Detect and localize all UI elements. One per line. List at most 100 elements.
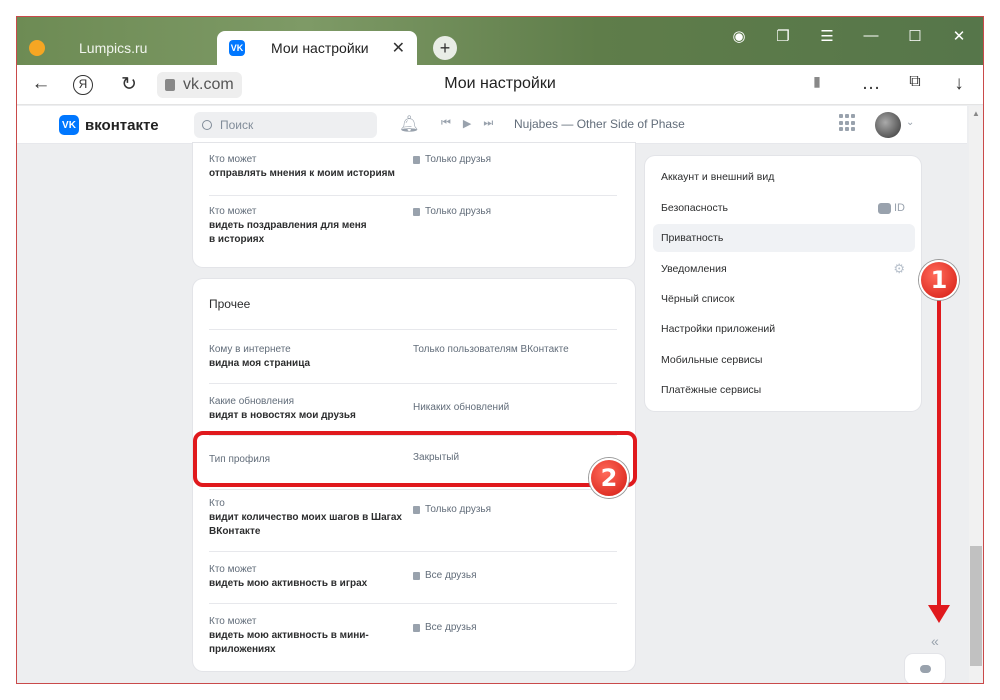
vk-logo[interactable]: VK вконтакте (59, 115, 159, 135)
row-title: видеть поздравления для меня (209, 220, 367, 231)
more-icon[interactable]: … (859, 73, 883, 95)
new-tab-button[interactable]: + (433, 36, 457, 60)
divider (209, 329, 617, 330)
maximize-button[interactable]: ☐ (900, 27, 930, 45)
avatar[interactable] (875, 112, 901, 138)
chevron-down-icon[interactable]: ⌄ (906, 117, 914, 128)
orange-favicon-icon (29, 40, 45, 56)
menu-item-blacklist[interactable]: Чёрный список (653, 285, 915, 313)
vk-favicon-icon: VK (229, 40, 245, 56)
tab-lumpics[interactable]: Lumpics.ru (17, 31, 217, 65)
tab-bar: Lumpics.ru VK Мои настройки ✕ + ◉ ❐ ☰ — … (17, 17, 983, 65)
row-title: видеть мою активность в мини- (209, 630, 369, 641)
menu-item-privacy[interactable]: Приватность (653, 224, 915, 252)
privacy-value[interactable]: Никаких обновлений (413, 401, 509, 415)
privacy-row[interactable]: Кто может отправлять мнения к моим истор… (209, 153, 617, 181)
annotation-highlight-box (193, 431, 637, 487)
back-icon[interactable]: ← (29, 73, 53, 95)
row-title: отправлять мнения к моим историям (209, 168, 395, 179)
menu-button[interactable]: ☰ (812, 27, 842, 45)
privacy-row[interactable]: Кто может видеть мою активность в играх … (209, 563, 617, 591)
menu-item-app-settings[interactable]: Настройки приложений (653, 315, 915, 343)
extensions-icon[interactable]: ⧉ (903, 73, 927, 91)
divider (209, 603, 617, 604)
collapse-icon[interactable]: « (931, 633, 939, 649)
scrollbar-thumb[interactable] (970, 546, 982, 666)
yandex-icon[interactable]: Я (73, 75, 93, 95)
url-field[interactable]: vk.com (157, 72, 242, 98)
privacy-row[interactable]: Кто может видеть мою активность в мини- … (209, 615, 617, 657)
minimize-button[interactable]: — (856, 27, 886, 44)
divider (209, 489, 617, 490)
search-icon (202, 120, 212, 130)
privacy-row[interactable]: Кто может видеть поздравления для меня в… (209, 205, 617, 247)
tab-label: Lumpics.ru (79, 40, 148, 56)
play-icon[interactable]: ▶ (463, 117, 471, 130)
row-title-cont: ВКонтакте (209, 526, 261, 537)
annotation-marker-2: 2 (589, 458, 629, 498)
tab-label: Мои настройки (271, 40, 369, 56)
url-text: vk.com (183, 76, 234, 93)
close-tab-icon[interactable]: ✕ (392, 38, 405, 58)
menu-item-mobile-services[interactable]: Мобильные сервисы (653, 346, 915, 374)
vk-id-badge: ID (878, 202, 905, 214)
browser-window: Lumpics.ru VK Мои настройки ✕ + ◉ ❐ ☰ — … (16, 16, 984, 684)
bell-icon[interactable]: 🔔︎ (399, 114, 419, 134)
chat-button[interactable] (905, 654, 945, 683)
close-window-button[interactable]: ✕ (944, 27, 974, 45)
search-placeholder: Поиск (220, 118, 254, 132)
privacy-row[interactable]: Кто видит количество моих шагов в Шагах … (209, 497, 617, 539)
download-icon[interactable]: ↓ (947, 73, 971, 95)
divider (209, 383, 617, 384)
menu-item-payment-services[interactable]: Платёжные сервисы (653, 376, 915, 404)
divider (209, 195, 617, 196)
privacy-value[interactable]: Все друзья (413, 569, 477, 583)
privacy-value[interactable]: Только пользователям ВКонтакте (413, 343, 569, 357)
apps-grid-icon[interactable] (839, 114, 857, 132)
privacy-value[interactable]: Только друзья (413, 205, 491, 219)
lock-icon (413, 506, 420, 514)
previous-track-icon[interactable]: ⏮ (441, 117, 451, 130)
menu-item-account[interactable]: Аккаунт и внешний вид (653, 163, 915, 191)
settings-menu: Аккаунт и внешний вид Безопасность ID Пр… (645, 156, 921, 411)
annotation-marker-1: 1 (919, 260, 959, 300)
tab-my-settings[interactable]: VK Мои настройки ✕ (217, 31, 417, 65)
divider (209, 551, 617, 552)
row-title: видеть мою активность в играх (209, 578, 368, 589)
chat-icon (919, 665, 931, 673)
current-track[interactable]: Nujabes — Other Side of Phase (514, 117, 685, 131)
next-track-icon[interactable]: ⏭ (483, 117, 493, 130)
address-bar: Мои настройки ← Я ↻ vk.com ▮ … ⧉ ↓ (17, 65, 983, 105)
audio-player-controls: ⏮ ▶ ⏭ (441, 117, 493, 130)
lock-icon (413, 624, 420, 632)
gear-icon[interactable]: ⚙ (893, 261, 905, 277)
privacy-value[interactable]: Только друзья (413, 503, 491, 517)
privacy-value[interactable]: Только друзья (413, 153, 491, 167)
privacy-value[interactable]: Все друзья (413, 621, 477, 635)
row-title-cont: в историях (209, 234, 265, 245)
privacy-row[interactable]: Какие обновления видят в новостях мои др… (209, 395, 617, 423)
privacy-card-stories: Кто может отправлять мнения к моим истор… (193, 143, 635, 267)
profile-icon[interactable]: ◉ (724, 27, 754, 45)
section-title: Прочее (209, 297, 251, 311)
vk-header: VK вконтакте Поиск 🔔︎ ⏮ ▶ ⏭ Nujabes — Ot… (17, 106, 967, 144)
privacy-row[interactable]: Кому в интернете видна моя страница Толь… (209, 343, 617, 371)
lock-icon (413, 156, 420, 164)
menu-item-security[interactable]: Безопасность ID (653, 194, 915, 222)
vk-logo-icon: VK (59, 115, 79, 135)
row-title: видит количество моих шагов в Шагах (209, 512, 402, 523)
row-title: видна моя страница (209, 358, 311, 369)
row-title: видят в новостях мои друзья (209, 410, 356, 421)
bookmark-icon[interactable]: ▮ (805, 73, 829, 90)
lock-icon (165, 79, 175, 91)
row-title-cont: приложениях (209, 644, 276, 655)
search-input[interactable]: Поиск (194, 112, 377, 138)
annotation-arrow-line (937, 300, 941, 610)
collections-icon[interactable]: ❐ (768, 27, 798, 45)
reload-icon[interactable]: ↻ (117, 73, 141, 96)
menu-item-notifications[interactable]: Уведомления ⚙ (653, 255, 915, 283)
scroll-up-icon[interactable]: ▲ (969, 109, 983, 118)
vk-id-icon (878, 202, 891, 214)
lock-icon (413, 572, 420, 580)
vk-logo-text: вконтакте (85, 116, 159, 134)
